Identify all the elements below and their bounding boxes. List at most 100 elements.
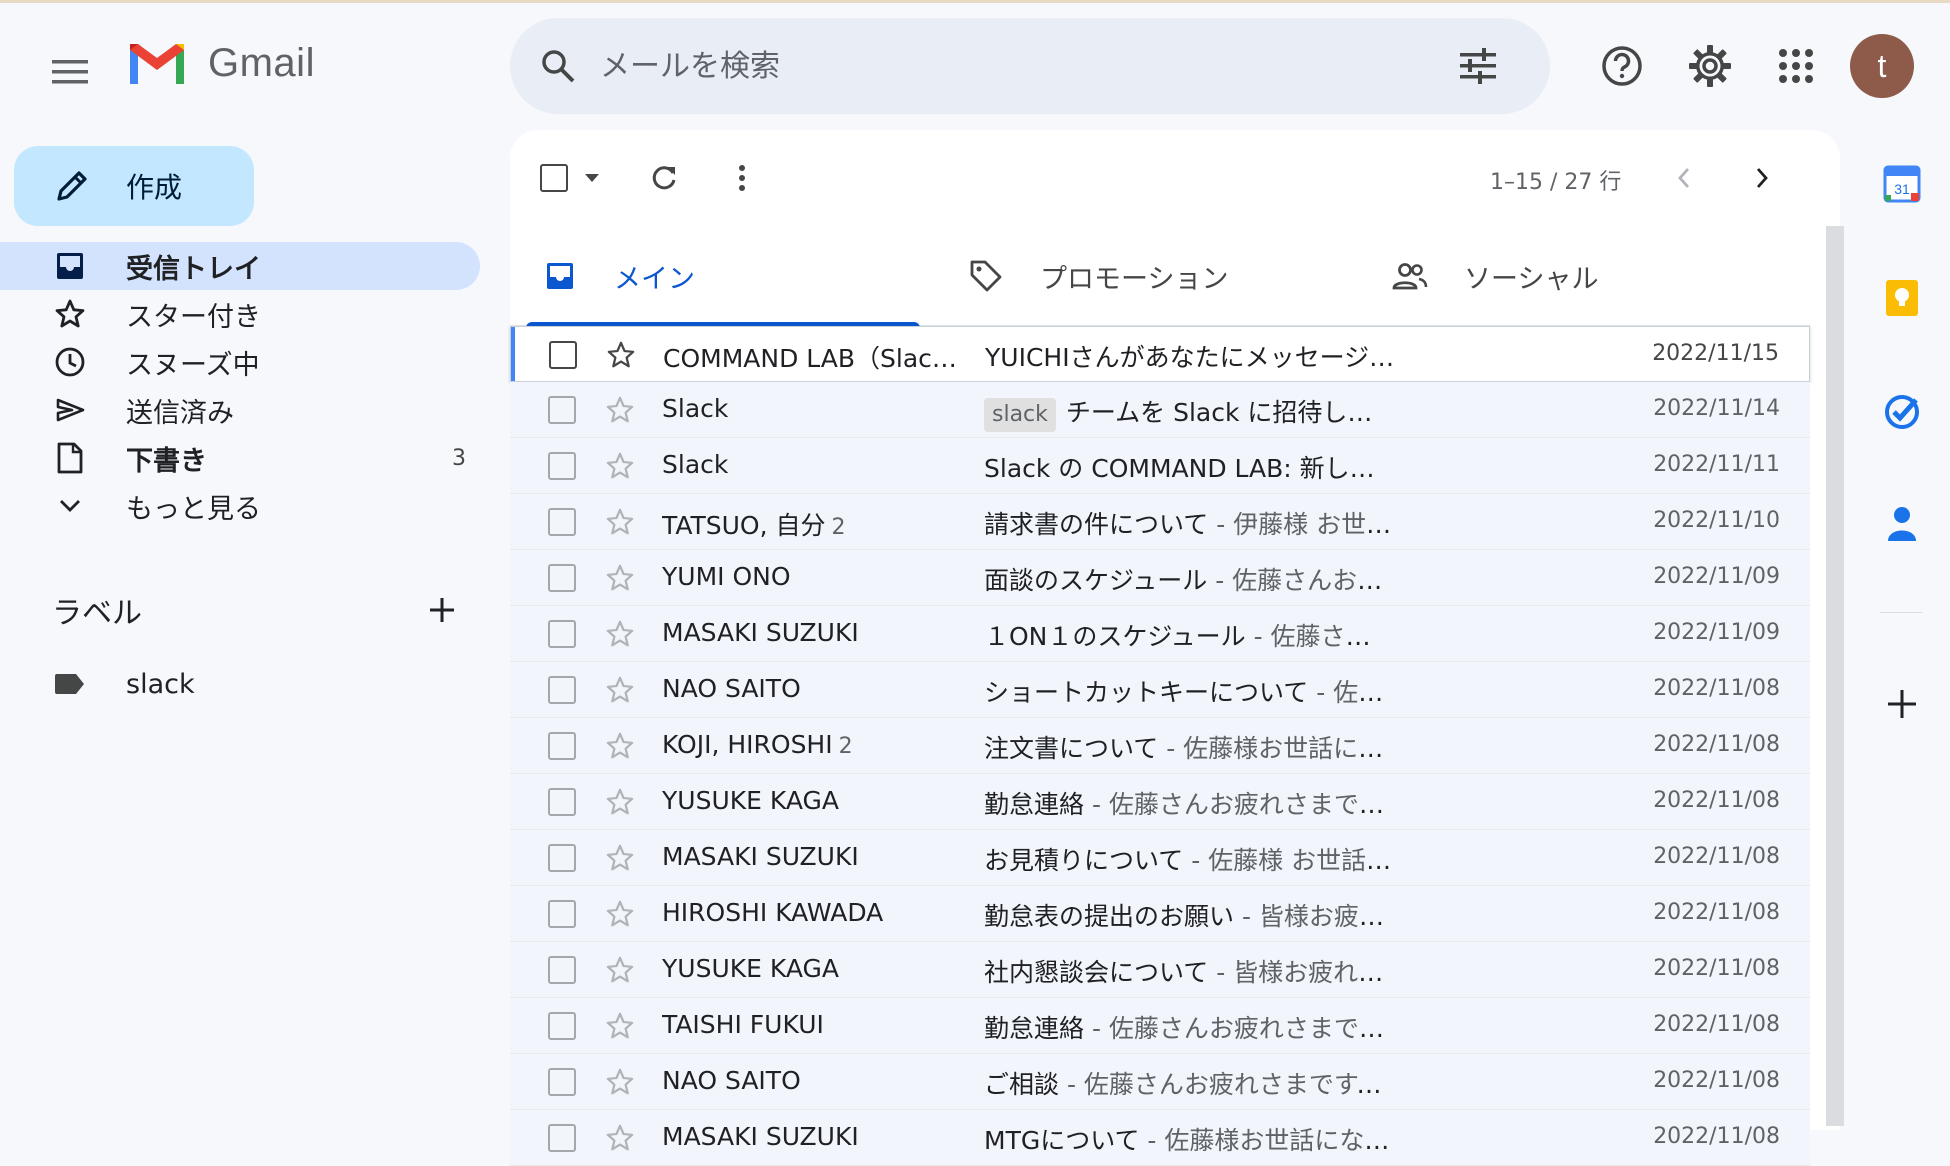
gmail-logo[interactable]: Gmail: [126, 40, 315, 86]
email-subject: 面談のスケジュール: [984, 566, 1208, 595]
star-icon[interactable]: [604, 450, 636, 482]
search-bar[interactable]: [510, 18, 1550, 114]
star-icon[interactable]: [604, 1066, 636, 1098]
main-menu-button[interactable]: [44, 46, 96, 98]
prev-page-icon[interactable]: [1660, 154, 1708, 202]
compose-button[interactable]: 作成: [14, 146, 254, 226]
row-checkbox[interactable]: [548, 396, 576, 424]
app-name: Gmail: [208, 40, 315, 85]
label-chip[interactable]: slack: [984, 398, 1056, 432]
star-icon[interactable]: [604, 394, 636, 426]
email-row[interactable]: NAO SAITO ショートカットキーについて - 佐藤様... 2022/11/0…: [510, 662, 1810, 718]
star-icon[interactable]: [604, 730, 636, 762]
labels-title: ラベル: [52, 596, 142, 631]
email-subject-line: 面談のスケジュール - 佐藤さんお疲れ...: [984, 561, 1394, 597]
calendar-icon[interactable]: 31: [1878, 160, 1926, 208]
select-dropdown-icon[interactable]: [578, 154, 606, 202]
email-sender: YUSUKE KAGA: [662, 954, 839, 983]
tab-promotions[interactable]: プロモーション: [966, 226, 1296, 326]
more-options-icon[interactable]: [718, 154, 766, 202]
star-icon[interactable]: [604, 1122, 636, 1154]
nav-label-starred: スター付き: [126, 301, 261, 333]
row-checkbox[interactable]: [548, 676, 576, 704]
row-checkbox[interactable]: [548, 956, 576, 984]
row-checkbox[interactable]: [548, 1124, 576, 1152]
star-icon[interactable]: [604, 954, 636, 986]
row-checkbox[interactable]: [548, 508, 576, 536]
contacts-icon[interactable]: [1878, 500, 1926, 548]
row-checkbox[interactable]: [548, 1068, 576, 1096]
nav-item-drafts[interactable]: 下書き 3: [0, 434, 480, 482]
email-date: 2022/11/15: [1652, 341, 1779, 366]
email-date: 2022/11/08: [1653, 1124, 1780, 1149]
nav-item-snoozed[interactable]: スヌーズ中: [0, 338, 480, 386]
pencil-icon: [48, 162, 96, 210]
email-subject: 勤怠連絡: [984, 1014, 1085, 1043]
nav-label-drafts: 下書き: [126, 445, 207, 477]
star-icon[interactable]: [604, 618, 636, 650]
nav-item-starred[interactable]: スター付き: [0, 290, 480, 338]
row-checkbox[interactable]: [548, 452, 576, 480]
email-row[interactable]: NAO SAITO ご相談 - 佐藤さんお疲れさまです。 斎... 2022/11/…: [510, 1054, 1810, 1110]
star-icon[interactable]: [604, 786, 636, 818]
row-checkbox[interactable]: [548, 620, 576, 648]
star-icon[interactable]: [604, 562, 636, 594]
row-checkbox[interactable]: [548, 900, 576, 928]
tab-primary[interactable]: メイン: [540, 226, 920, 326]
email-sender: HIROSHI KAWADA: [662, 898, 884, 927]
nav-label-snoozed: スヌーズ中: [126, 349, 260, 381]
star-icon[interactable]: [604, 1010, 636, 1042]
tasks-icon[interactable]: [1878, 388, 1926, 436]
settings-gear-icon[interactable]: [1684, 40, 1736, 92]
row-checkbox[interactable]: [548, 732, 576, 760]
add-addon-icon[interactable]: [1878, 680, 1926, 728]
email-row[interactable]: MASAKI SUZUKI １ON１のスケジュール - 佐藤さんお疲... 2022…: [510, 606, 1810, 662]
star-icon[interactable]: [604, 842, 636, 874]
mail-panel: 1–15 / 27 行 メイン プロモーション ソーシャル COMMAND LA…: [510, 130, 1840, 1166]
row-checkbox[interactable]: [548, 844, 576, 872]
email-sender: YUSUKE KAGA: [662, 786, 839, 815]
add-label-icon[interactable]: [422, 590, 462, 630]
select-all-checkbox[interactable]: [530, 154, 578, 202]
thread-count: 2: [831, 515, 846, 540]
email-row[interactable]: MASAKI SUZUKI MTGについて - 佐藤様お世話になってい... 202…: [510, 1110, 1810, 1166]
email-row[interactable]: HIROSHI KAWADA 勤怠表の提出のお願い - 皆様お疲れさ... 2022…: [510, 886, 1810, 942]
row-checkbox[interactable]: [549, 341, 577, 369]
email-sender: YUMI ONO: [662, 562, 791, 591]
account-avatar[interactable]: t: [1850, 34, 1914, 98]
email-subject-line: 勤怠連絡 - 佐藤さんお疲れさまです。 ...: [984, 1009, 1394, 1045]
row-checkbox[interactable]: [548, 564, 576, 592]
email-date: 2022/11/08: [1653, 1012, 1780, 1037]
email-row[interactable]: YUSUKE KAGA 社内懇談会について - 皆様お疲れさま... 2022/11…: [510, 942, 1810, 998]
email-row[interactable]: YUSUKE KAGA 勤怠連絡 - 佐藤さんお疲れさまです。 ... 2022/1…: [510, 774, 1810, 830]
email-row[interactable]: KOJI, HIROSHI2 注文書について - 佐藤様お世話になっ... 2022…: [510, 718, 1810, 774]
label-item-slack[interactable]: slack: [0, 662, 480, 706]
scrollbar[interactable]: [1826, 226, 1844, 1126]
star-icon[interactable]: [604, 898, 636, 930]
keep-icon[interactable]: [1878, 274, 1926, 322]
search-input[interactable]: [598, 38, 1418, 94]
star-icon[interactable]: [604, 506, 636, 538]
help-icon[interactable]: [1596, 40, 1648, 92]
nav-item-inbox[interactable]: 受信トレイ: [0, 242, 480, 290]
email-row[interactable]: Slackslackチームを Slack に招待しましょう - 2022/11/…: [510, 382, 1810, 438]
email-row[interactable]: COMMAND LAB（Slack ... YUICHIさんがあなたにメッセージを…: [510, 326, 1810, 382]
svg-text:31: 31: [1894, 181, 1910, 197]
refresh-icon[interactable]: [640, 154, 688, 202]
email-row[interactable]: Slack Slack の COMMAND LAB: 新しいアカウ... 2022/…: [510, 438, 1810, 494]
email-row[interactable]: TAISHI FUKUI 勤怠連絡 - 佐藤さんお疲れさまです。 ... 2022/…: [510, 998, 1810, 1054]
next-page-icon[interactable]: [1738, 154, 1786, 202]
row-checkbox[interactable]: [548, 788, 576, 816]
tab-social[interactable]: ソーシャル: [1390, 226, 1720, 326]
email-row[interactable]: YUMI ONO 面談のスケジュール - 佐藤さんお疲れ... 2022/11/09: [510, 550, 1810, 606]
star-icon[interactable]: [604, 674, 636, 706]
email-row[interactable]: TATSUO, 自分2 請求書の件について - 伊藤様 お世話に... 2022/1…: [510, 494, 1810, 550]
row-checkbox[interactable]: [548, 1012, 576, 1040]
nav-item-sent[interactable]: 送信済み: [0, 386, 480, 434]
star-icon[interactable]: [605, 339, 637, 371]
apps-grid-icon[interactable]: [1770, 40, 1822, 92]
email-row[interactable]: MASAKI SUZUKI お見積りについて - 佐藤様 お世話にな... 2022…: [510, 830, 1810, 886]
search-options-icon[interactable]: [1454, 42, 1502, 90]
search-icon[interactable]: [534, 42, 582, 90]
nav-item-more[interactable]: もっと見る: [0, 482, 480, 530]
